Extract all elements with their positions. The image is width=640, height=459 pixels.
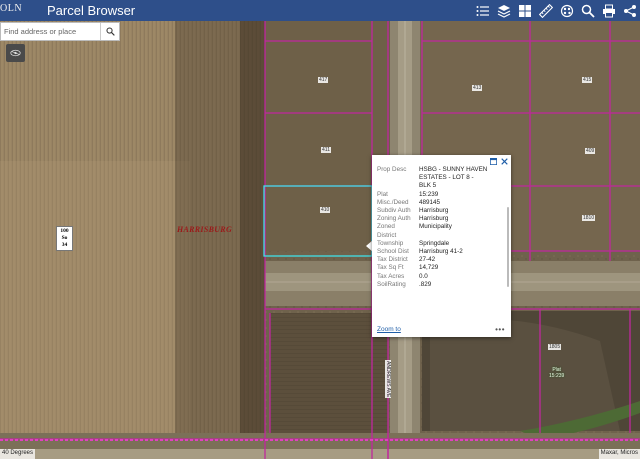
layer-list-icon[interactable] xyxy=(472,0,493,21)
attribute-value: Harrisburg xyxy=(419,207,449,215)
attribute-key: Tax Sq Ft xyxy=(377,264,404,272)
attribute-row: Tax Sq Ft 14,729 xyxy=(377,264,504,272)
attribute-value: 14,729 xyxy=(419,264,439,272)
attribute-key: Plat xyxy=(377,190,388,198)
attribute-key: Subdiv Auth xyxy=(377,207,411,215)
attribute-row: Zoned Municipality xyxy=(377,223,504,231)
attribute-row: Misc./Deed 489145 xyxy=(377,199,504,207)
attribute-row: BLK 5 xyxy=(377,182,504,190)
highway-shield: 100 So 34 xyxy=(56,226,73,251)
print-icon[interactable] xyxy=(598,0,619,21)
attribute-row: SoilRating .829 xyxy=(377,281,504,289)
search-widget xyxy=(0,22,120,41)
app-title: Parcel Browser xyxy=(47,3,136,18)
map-attribution: Maxar, Micros xyxy=(598,449,640,459)
popup-header xyxy=(372,155,511,165)
layers-icon[interactable] xyxy=(493,0,514,21)
parcel-label: 1810 xyxy=(582,215,596,221)
parcel-label: 1805 xyxy=(548,344,562,350)
attribute-key: Zoned xyxy=(377,223,395,231)
attribute-key xyxy=(377,182,419,190)
attribute-row: ESTATES - LOT 8 - xyxy=(377,174,504,182)
parcel-label: 413 xyxy=(472,85,483,91)
attribute-key: Tax District xyxy=(377,256,408,264)
attribute-value: .829 xyxy=(419,280,432,288)
attribute-key: Township xyxy=(377,239,404,247)
parcel-label: 410 xyxy=(320,207,331,213)
search-input[interactable] xyxy=(1,23,100,40)
measure-icon[interactable] xyxy=(535,0,556,21)
search-button[interactable] xyxy=(100,23,119,40)
parcel-label: 409 xyxy=(585,148,596,154)
attribute-value: ESTATES - LOT 8 - xyxy=(419,174,474,182)
road-label: ANDREWS AVE xyxy=(385,360,391,399)
attribute-key: SoilRating xyxy=(377,280,406,288)
attribute-row: District xyxy=(377,232,504,240)
attribute-key: Prop Desc xyxy=(377,166,407,173)
town-label: HARRISBURG xyxy=(177,225,233,234)
attribute-row: Subdiv Auth Harrisburg xyxy=(377,207,504,215)
attribute-value: 15:239 xyxy=(419,190,439,198)
organization-logo: OLN xyxy=(0,3,23,14)
plat-label: Plat 15:239 xyxy=(549,367,565,379)
map-view[interactable]: 417 413 415 411 409 410 1810 1805 xyxy=(0,21,640,459)
popup-attributes: Prop Desc HSBG - SUNNY HAVEN ESTATES - LOT… xyxy=(372,165,511,325)
attribute-value: 489145 xyxy=(419,198,441,206)
attribute-key: School Dist xyxy=(377,248,409,256)
attribute-row: Tax Acres 0.0 xyxy=(377,273,504,281)
parcel-label: 415 xyxy=(582,77,593,83)
parcel-popup: Prop Desc HSBG - SUNNY HAVEN ESTATES - LOT… xyxy=(372,155,511,337)
attribute-value: Harrisburg 41-2 xyxy=(419,248,463,256)
aerial-imagery xyxy=(0,21,640,459)
attribute-key: Tax Acres xyxy=(377,272,405,280)
attribute-row: Plat 15:239 xyxy=(377,191,504,199)
close-icon[interactable] xyxy=(501,157,508,165)
attribute-row: Zoning Auth Harrisburg xyxy=(377,215,504,223)
more-actions-icon[interactable]: ••• xyxy=(495,325,505,333)
attribute-key: District xyxy=(377,231,397,239)
search-icon xyxy=(105,27,115,36)
search-icon[interactable] xyxy=(577,0,598,21)
draw-icon[interactable] xyxy=(556,0,577,21)
header-toolbar xyxy=(472,0,640,21)
attribute-key xyxy=(377,174,419,182)
share-icon[interactable] xyxy=(619,0,640,21)
basemap-toggle-button[interactable] xyxy=(6,44,25,62)
scale-readout: 40 Degrees xyxy=(0,449,36,459)
satellite-icon xyxy=(10,49,21,57)
attribute-key: Misc./Deed xyxy=(377,198,409,206)
popup-footer: Zoom to ••• xyxy=(377,325,505,334)
zoom-to-link[interactable]: Zoom to xyxy=(377,326,401,333)
attribute-key: Zoning Auth xyxy=(377,215,411,223)
parcel-label: 411 xyxy=(321,147,331,153)
attribute-value: HSBG - SUNNY HAVEN xyxy=(419,166,488,173)
popup-scrollbar[interactable] xyxy=(507,207,509,287)
attribute-row: Township Springdale xyxy=(377,240,504,248)
basemap-gallery-icon[interactable] xyxy=(514,0,535,21)
parcel-label: 417 xyxy=(318,77,329,83)
attribute-value: Harrisburg xyxy=(419,215,449,223)
attribute-value: 27-42 xyxy=(419,256,436,264)
attribute-value: Springdale xyxy=(419,239,450,247)
attribute-value: BLK 5 xyxy=(419,182,437,190)
attribute-value: 0.0 xyxy=(419,272,428,280)
attribute-row: Tax District 27-42 xyxy=(377,256,504,264)
maximize-icon[interactable] xyxy=(490,157,497,165)
attribute-value: Municipality xyxy=(419,223,452,231)
attribute-row: Prop Desc HSBG - SUNNY HAVEN xyxy=(377,166,504,174)
app-header: OLN Parcel Browser xyxy=(0,0,640,21)
attribute-row: School Dist Harrisburg 41-2 xyxy=(377,248,504,256)
